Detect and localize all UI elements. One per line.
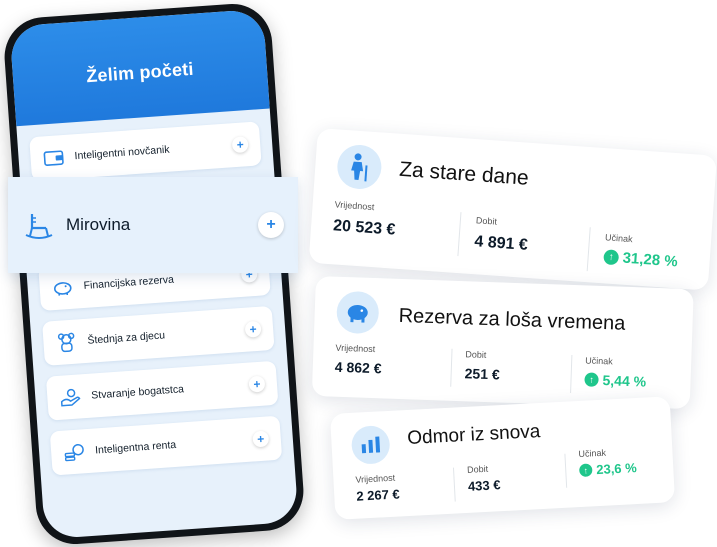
menu-item-stvaranje-bogatstca[interactable]: Stvaranje bogatstca + — [45, 360, 279, 421]
menu-item-stednja-za-djecu[interactable]: Štednja za djecu + — [42, 305, 275, 366]
value-label: Vrijednost — [335, 342, 376, 355]
profit-amount: 433 € — [467, 477, 501, 494]
teddy-bear-icon — [55, 331, 78, 354]
money-hand-icon — [59, 385, 82, 408]
stat-divider — [457, 212, 462, 257]
menu-item-mirovina-highlighted[interactable]: Mirovina + — [8, 177, 298, 273]
stat-divider — [452, 467, 456, 502]
mirovina-label: Mirovina — [66, 215, 131, 234]
arrow-up-icon: ↑ — [584, 372, 599, 387]
goal-card-za-stare-dane[interactable]: Za stare dane Vrijednost 20 523 € Dobit … — [308, 128, 717, 291]
card-title: Odmor iz snova — [406, 421, 541, 449]
menu-item-label: Inteligentni novčanik — [74, 143, 170, 163]
stat-divider — [450, 348, 453, 387]
arrow-up-icon: ↑ — [578, 463, 593, 478]
value-amount: 4 862 € — [334, 358, 382, 377]
profit-label: Dobit — [465, 349, 487, 360]
arrow-up-icon: ↑ — [603, 249, 620, 266]
stat-divider — [570, 354, 573, 393]
piggy-bank-icon — [51, 276, 74, 299]
menu-item-label: Inteligentna renta — [94, 438, 177, 457]
elderly-person-icon — [335, 143, 383, 191]
piggy-bank-icon — [336, 290, 380, 335]
menu-item-label: Stvaranje bogatstca — [90, 383, 185, 402]
profit-label: Dobit — [466, 463, 489, 475]
value-label: Vrijednost — [334, 199, 375, 213]
coins-icon — [62, 440, 85, 463]
menu-item-inteligentni-novcanik[interactable]: Inteligentni novčanik + — [29, 121, 262, 182]
value-amount: 20 523 € — [332, 217, 396, 239]
performance-label: Učinak — [585, 355, 613, 367]
goal-card-rezerva-za-losa-vremena[interactable]: Rezerva za loša vremena Vrijednost 4 862… — [311, 276, 694, 410]
performance-label: Učinak — [604, 232, 633, 245]
rocking-chair-icon — [22, 208, 56, 242]
performance-text: 31,28 % — [622, 249, 679, 271]
add-button[interactable]: + — [244, 320, 262, 338]
screen-title: Želim početi — [85, 58, 195, 86]
stat-divider — [564, 453, 568, 488]
add-button[interactable]: + — [252, 430, 270, 448]
card-title: Za stare dane — [398, 157, 530, 190]
menu-item-label: Štednja za djecu — [87, 329, 166, 347]
bar-chart-icon — [350, 424, 391, 465]
performance-label: Učinak — [578, 447, 607, 460]
add-button[interactable]: + — [248, 375, 266, 393]
wallet-icon — [42, 146, 65, 169]
value-label: Vrijednost — [355, 472, 396, 485]
screen-header: Želim početi — [9, 8, 270, 127]
profit-label: Dobit — [475, 215, 498, 227]
performance-text: 5,44 % — [602, 372, 647, 390]
menu-item-inteligentna-renta[interactable]: Inteligentna renta + — [49, 415, 283, 476]
profit-amount: 4 891 € — [473, 233, 529, 254]
add-button[interactable]: + — [258, 212, 284, 238]
performance-value: ↑ 23,6 % — [578, 460, 638, 478]
performance-text: 23,6 % — [595, 460, 638, 478]
goal-menu: Inteligentni novčanik + Financijska reze… — [16, 109, 295, 500]
performance-value: ↑ 31,28 % — [603, 248, 678, 270]
value-amount: 2 267 € — [355, 486, 401, 504]
phone-screen: Želim početi Inteligentni novčanik + Fin… — [9, 8, 299, 540]
card-title: Rezerva za loša vremena — [398, 304, 626, 335]
add-button[interactable]: + — [231, 136, 249, 154]
stat-divider — [586, 227, 591, 272]
profit-amount: 251 € — [464, 365, 501, 383]
performance-value: ↑ 5,44 % — [584, 371, 647, 390]
goal-card-odmor-iz-snova[interactable]: Odmor iz snova Vrijednost 2 267 € Dobit … — [330, 396, 676, 520]
phone-frame: Želim početi Inteligentni novčanik + Fin… — [1, 1, 307, 547]
